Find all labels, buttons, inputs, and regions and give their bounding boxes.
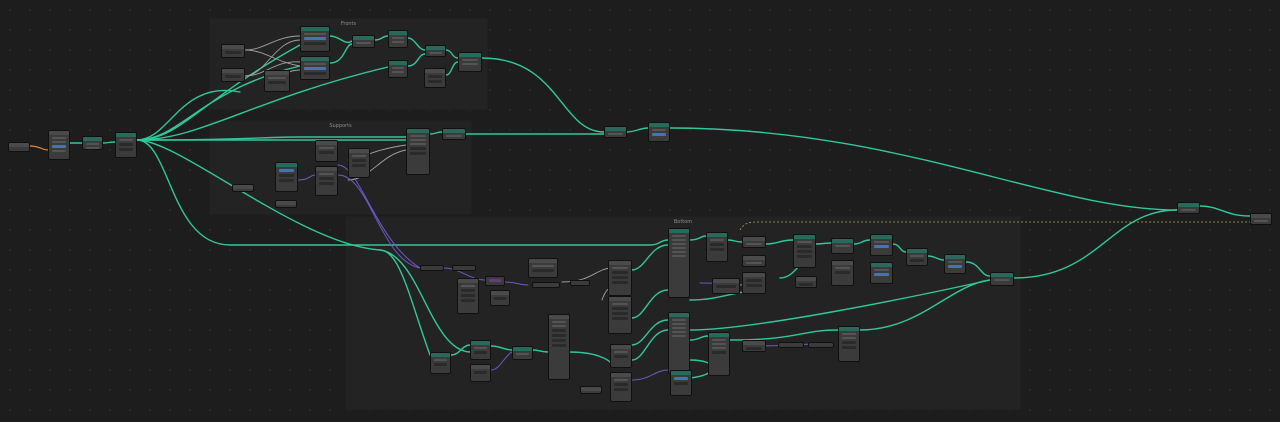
instance-node[interactable] — [668, 312, 690, 374]
combine-node[interactable] — [315, 166, 338, 196]
instance-node[interactable] — [838, 326, 860, 362]
set-position-node[interactable] — [944, 254, 966, 274]
vector-node[interactable] — [712, 278, 740, 294]
input-node[interactable] — [8, 142, 30, 152]
geometry-node[interactable] — [82, 136, 103, 150]
math-node[interactable] — [315, 140, 338, 162]
math-node[interactable] — [608, 260, 632, 296]
value-node[interactable] — [232, 184, 254, 192]
vector-node[interactable] — [470, 364, 491, 382]
realize-node[interactable] — [442, 128, 466, 140]
curve-node[interactable] — [275, 162, 298, 192]
reroute-node[interactable] — [420, 265, 444, 271]
reroute-node[interactable] — [742, 236, 766, 248]
transform-node[interactable] — [648, 122, 670, 142]
math-node[interactable] — [610, 344, 632, 368]
group-output-node[interactable] — [1250, 213, 1272, 225]
transform-node[interactable] — [870, 234, 893, 256]
value-node[interactable] — [221, 68, 245, 82]
node-links — [29, 35, 1251, 381]
value-node[interactable] — [795, 276, 817, 288]
math-node[interactable] — [610, 372, 632, 402]
transform-node[interactable] — [706, 232, 728, 262]
vector-math-node[interactable] — [485, 276, 505, 286]
join-node[interactable] — [906, 248, 928, 266]
curve-node[interactable] — [708, 332, 730, 376]
value-node[interactable] — [221, 44, 245, 58]
math-node[interactable] — [831, 260, 854, 286]
mesh-node[interactable] — [300, 56, 330, 80]
set-position-node[interactable] — [458, 52, 482, 72]
value-node[interactable] — [742, 340, 766, 352]
join-final-node[interactable] — [1177, 202, 1200, 214]
reroute-node[interactable] — [808, 342, 834, 348]
mesh-node[interactable] — [300, 26, 330, 52]
instance-node[interactable] — [668, 228, 690, 298]
mesh-node[interactable] — [430, 352, 451, 374]
instance-node[interactable] — [406, 128, 430, 175]
realize-node[interactable] — [670, 370, 692, 396]
reroute-node[interactable] — [452, 265, 476, 271]
transform-node[interactable] — [115, 132, 137, 158]
mesh-node[interactable] — [470, 340, 491, 360]
join-node[interactable] — [831, 238, 854, 254]
node-editor-canvas[interactable]: Fronts Supports Bottom — [0, 0, 1280, 422]
math-node[interactable] — [348, 148, 370, 178]
transform-node[interactable] — [512, 346, 533, 360]
reroute-node[interactable] — [742, 255, 766, 267]
join-geometry-node[interactable] — [604, 126, 627, 138]
join-node[interactable] — [352, 35, 375, 48]
vector-node[interactable] — [528, 258, 558, 278]
math-node[interactable] — [608, 296, 632, 334]
value-node[interactable] — [580, 386, 602, 394]
math-node[interactable] — [548, 314, 570, 380]
collection-node[interactable] — [48, 130, 70, 160]
transform-node[interactable] — [388, 30, 408, 48]
reroute-node[interactable] — [570, 280, 590, 286]
vector-node[interactable] — [424, 68, 446, 88]
math-node[interactable] — [264, 70, 290, 92]
transform-node[interactable] — [793, 234, 816, 268]
transform-node[interactable] — [388, 60, 408, 78]
join-node[interactable] — [425, 45, 446, 57]
join-bottom-node[interactable] — [990, 272, 1014, 286]
transform-node[interactable] — [870, 262, 893, 284]
value-node[interactable] — [457, 278, 479, 314]
reroute-node[interactable] — [532, 282, 560, 288]
math-node[interactable] — [490, 290, 510, 306]
math-node[interactable] — [742, 272, 766, 294]
reroute-node[interactable] — [778, 342, 804, 348]
value-node[interactable] — [275, 200, 297, 208]
